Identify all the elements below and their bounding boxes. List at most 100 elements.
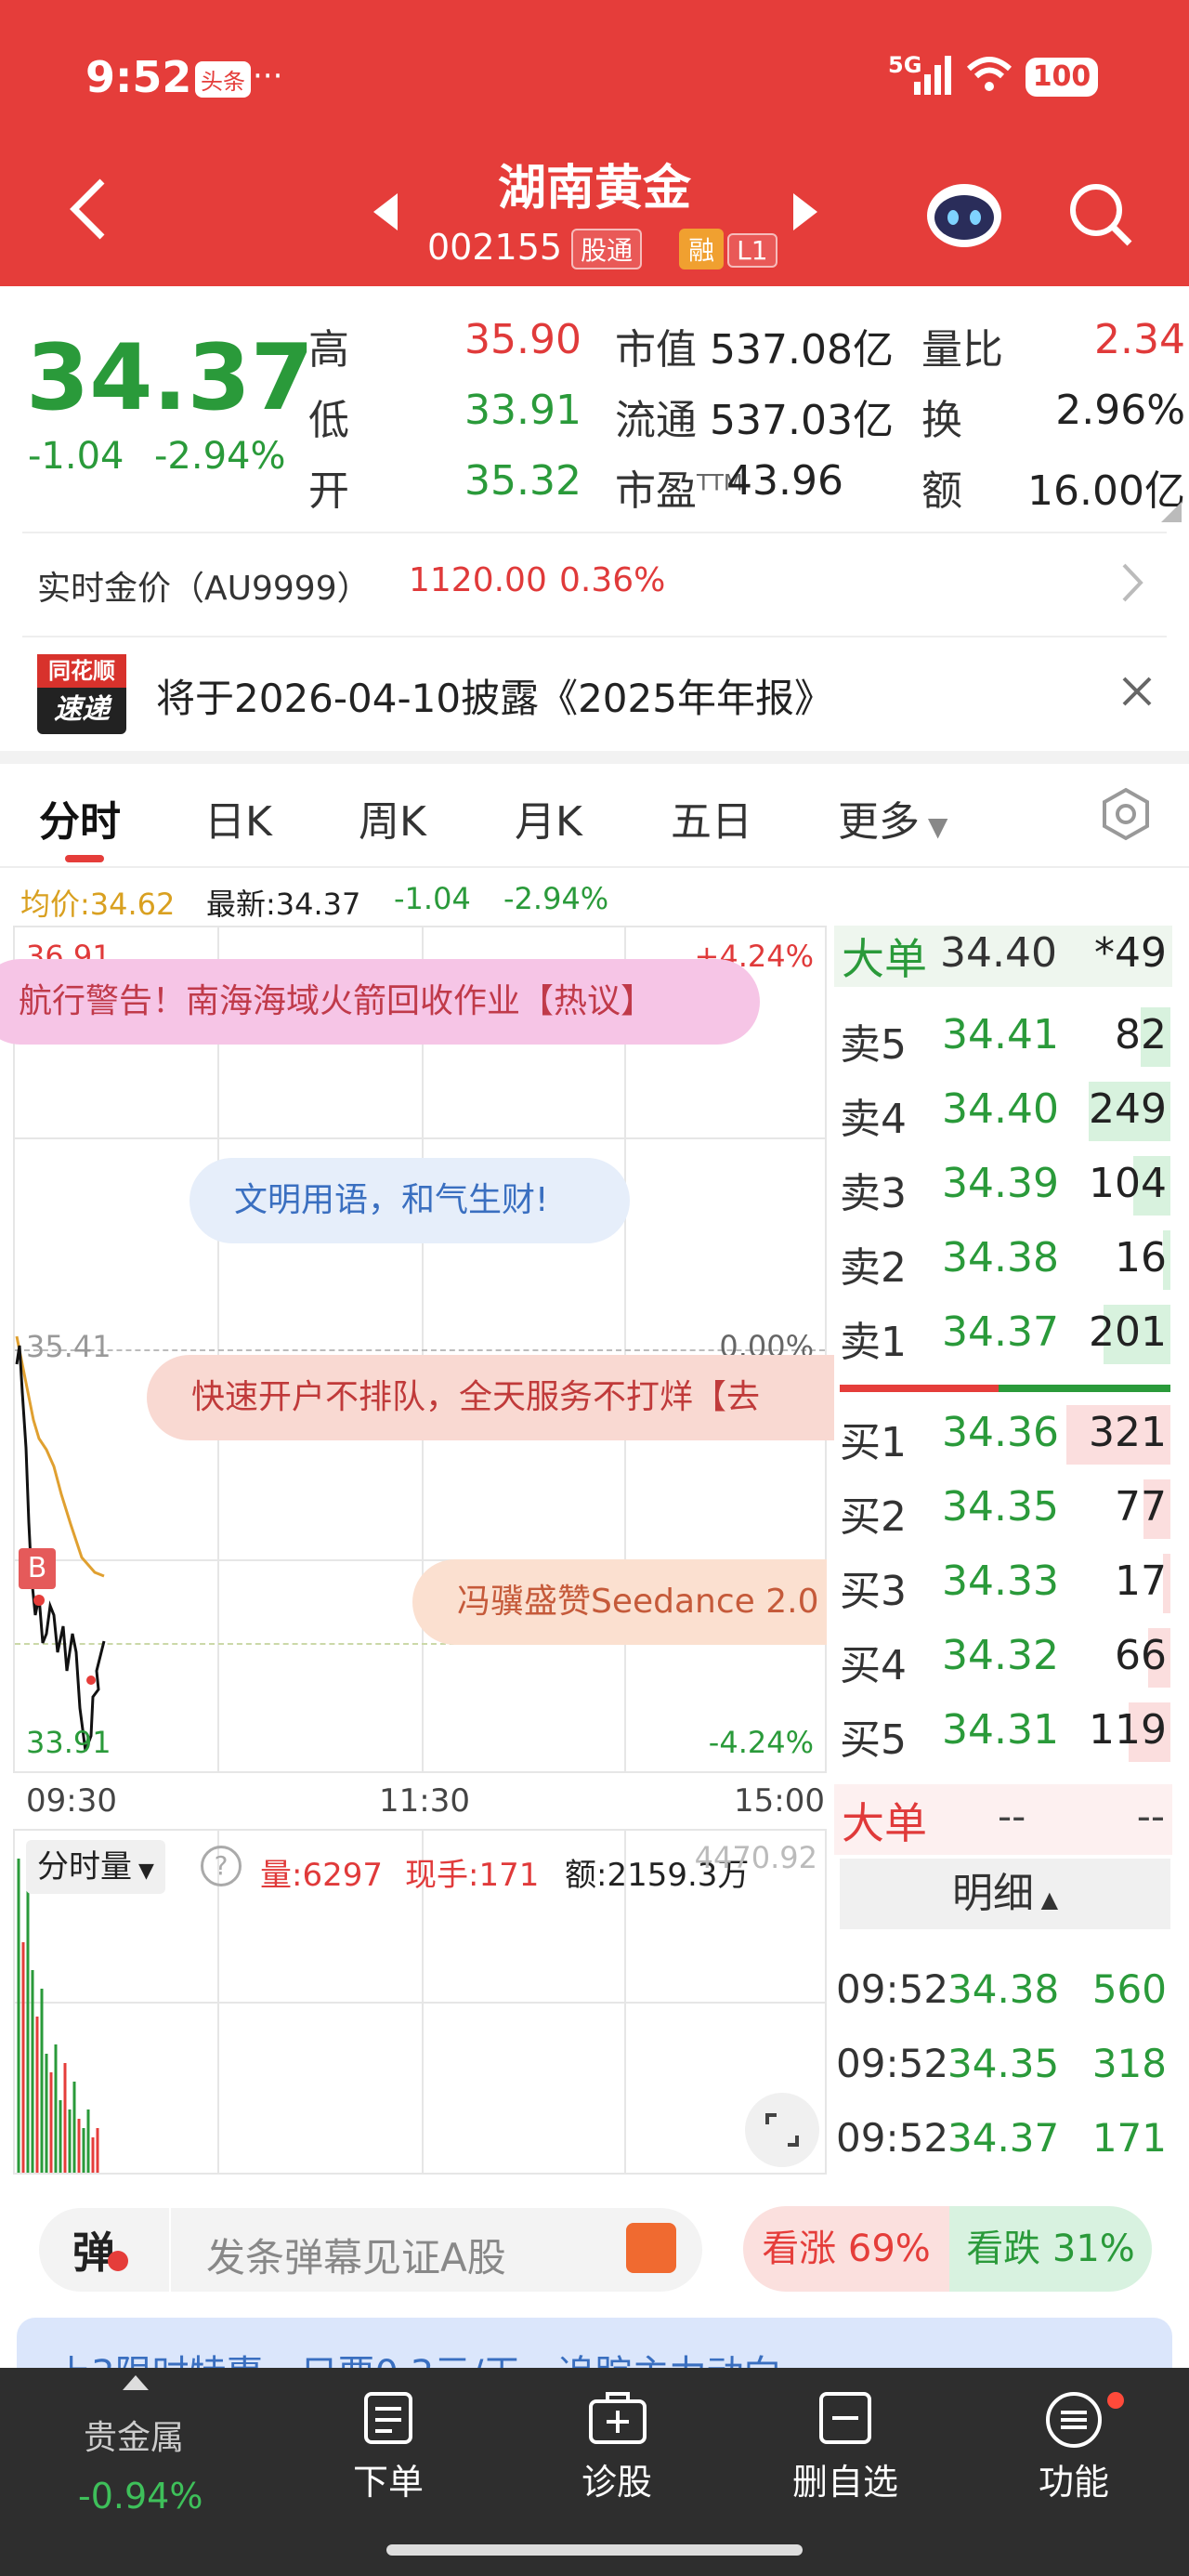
big-order-row[interactable]: 大单 34.40 *49 (834, 926, 1172, 987)
volume-chart[interactable]: 分时量 ▼ ? 量:6297 现手:171 额:2159.3万 4470.92 (13, 1829, 827, 2175)
danmaku-bubble[interactable]: 航行警告！南海海域火箭回收作业【热议】 (0, 959, 760, 1045)
gridline (15, 2002, 825, 2004)
fullscreen-icon[interactable] (745, 2093, 819, 2167)
robot-icon[interactable] (925, 177, 1003, 253)
gold-price: 1120.00 (409, 561, 547, 599)
sell-level-label: 卖5 (840, 1021, 907, 1069)
expand-corner-icon[interactable] (1161, 502, 1182, 522)
volume-axis-max: 4470.92 (694, 1840, 817, 1875)
tab-weekly-k[interactable]: 周K (359, 788, 426, 848)
big-order-dash: -- (1136, 1794, 1165, 1839)
axis-mid-price: 35.41 (26, 1329, 111, 1364)
tab-daily-k[interactable]: 日K (204, 788, 272, 848)
big-order-row-2[interactable]: 大单 -- -- (834, 1784, 1172, 1855)
nav-diagnose[interactable]: 诊股 (524, 2453, 710, 2504)
tab-monthly-k[interactable]: 月K (515, 788, 582, 848)
buy-volume: 119 (1089, 1706, 1167, 1754)
app-badge: 头条 (195, 61, 251, 98)
diagnose-icon (587, 2390, 648, 2450)
danmaku-toggle[interactable]: 弹 (39, 2208, 169, 2292)
buy-volume: 321 (1089, 1409, 1167, 1456)
sell-volume: 16 (1115, 1234, 1167, 1281)
danmaku-bubble[interactable]: 快速开户不排队，全天服务不打烊【去 (147, 1355, 834, 1440)
volume-type-select[interactable]: 分时量 ▼ (26, 1840, 165, 1894)
next-stock-icon[interactable] (791, 191, 819, 236)
danmaku-input[interactable]: 发条弹幕见证A股 (171, 2208, 702, 2292)
sell-level-label: 卖2 (840, 1244, 907, 1292)
tick-time: 09:52 (836, 2115, 949, 2161)
tab-five-day[interactable]: 五日 (671, 788, 752, 848)
nav-function[interactable]: 功能 (981, 2453, 1167, 2504)
time-axis-end: 15:00 (734, 1782, 825, 1820)
detail-toggle[interactable]: 明细 ▲ (840, 1859, 1170, 1929)
amount-label: 额 (921, 467, 962, 515)
big-order-label: 大单 (842, 1798, 927, 1848)
intraday-chart[interactable]: B 36.91 +4.24% 35.41 0.00% 33.91 -4.24% … (0, 926, 834, 1773)
promo-banner[interactable]: 上3限时特惠，只要0.3元/天，追踪主力动向 (17, 2318, 1172, 2370)
low-label: 低 (308, 397, 349, 444)
settings-hex-icon[interactable] (1098, 786, 1154, 846)
float-cap-label: 流通 (615, 397, 697, 444)
trade-tick-row: 09:52 34.35 318 (836, 2030, 1170, 2104)
time-axis-mid: 11:30 (379, 1782, 470, 1820)
chevron-right-icon (1118, 559, 1146, 610)
sell-row[interactable]: 卖3 34.39 104 (840, 1149, 1170, 1223)
help-icon[interactable]: ? (201, 1846, 242, 1886)
sell-price: 34.38 (942, 1234, 1059, 1281)
bearish-vote-button[interactable]: 看跌 31% (949, 2206, 1152, 2292)
buy-level-label: 买3 (840, 1568, 907, 1615)
tag-margin: 融 (679, 229, 725, 269)
buy-price: 34.36 (942, 1409, 1059, 1456)
sell-row[interactable]: 卖5 34.41 82 (840, 1000, 1170, 1074)
home-indicator[interactable] (386, 2544, 803, 2556)
app-header: 9:52 头条 ··· 5G 100 湖南黄金 002155 股通融 L1 (0, 0, 1189, 286)
bullish-vote-button[interactable]: 看涨 69% (743, 2206, 949, 2292)
avg-price: 均价:34.62 (20, 887, 176, 922)
buy-row[interactable]: 买1 34.36 321 (840, 1398, 1170, 1472)
buy-row[interactable]: 买5 34.31 119 (840, 1695, 1170, 1769)
search-icon[interactable] (1068, 182, 1133, 251)
sell-row[interactable]: 卖2 34.38 16 (840, 1223, 1170, 1297)
sell-volume: 201 (1089, 1308, 1167, 1356)
buy-row[interactable]: 买4 34.32 66 (840, 1621, 1170, 1695)
tab-more[interactable]: 更多 ▼ (838, 788, 947, 848)
tab-active-indicator (65, 855, 104, 862)
latest-price: 最新:34.37 (206, 887, 361, 922)
gift-icon[interactable] (626, 2223, 676, 2273)
nav-remove-watchlist[interactable]: 删自选 (752, 2453, 938, 2504)
danmaku-bubble[interactable]: 文明用语，和气生财! (189, 1158, 630, 1243)
nav-order[interactable]: 下单 (295, 2453, 481, 2504)
gold-price-row[interactable]: 实时金价（AU9999） 1120.00 0.36% (0, 533, 1189, 636)
sell-price: 34.40 (942, 1085, 1059, 1133)
notice-text[interactable]: 将于2026-04-10披露《2025年年报》 (156, 667, 833, 724)
sector-name[interactable]: 贵金属 (84, 2411, 184, 2459)
notification-dot (1107, 2392, 1124, 2409)
buy-price: 34.33 (942, 1557, 1059, 1605)
sell-price: 34.37 (942, 1308, 1059, 1356)
sell-row[interactable]: 卖1 34.37 201 (840, 1297, 1170, 1372)
tab-intraday[interactable]: 分时 (39, 788, 121, 848)
buy-level-label: 买2 (840, 1493, 907, 1541)
danmaku-bubble[interactable]: 冯骥盛赞Seedance 2.0 (412, 1559, 827, 1645)
close-icon[interactable] (1120, 675, 1154, 712)
stock-title: 湖南黄金 (497, 161, 691, 217)
latest-change: -1.04 (394, 881, 471, 916)
check-icon (108, 2251, 128, 2271)
sell-row[interactable]: 卖4 34.40 249 (840, 1074, 1170, 1149)
buy-row[interactable]: 买2 34.35 77 (840, 1472, 1170, 1546)
trade-tick-row: 09:52 34.37 171 (836, 2104, 1170, 2178)
tick-price: 34.38 (947, 1966, 1060, 2012)
buy-level-label: 买4 (840, 1642, 907, 1689)
caret-down-icon: ▼ (920, 811, 948, 842)
buy-price: 34.32 (942, 1632, 1059, 1679)
prev-stock-icon[interactable] (372, 191, 399, 236)
axis-bottom-pct: -4.24% (708, 1725, 814, 1760)
tick-volume: 560 (1091, 1966, 1167, 2012)
tick-volume: 318 (1091, 2041, 1167, 2086)
tag-hk-connect: 股通 (571, 229, 643, 269)
turnover-value: 2.96% (1055, 387, 1185, 434)
spread-bar (840, 1385, 1170, 1392)
sell-price: 34.41 (942, 1011, 1059, 1058)
buy-row[interactable]: 买3 34.33 17 (840, 1546, 1170, 1621)
float-cap-value: 537.03亿 (710, 397, 894, 444)
